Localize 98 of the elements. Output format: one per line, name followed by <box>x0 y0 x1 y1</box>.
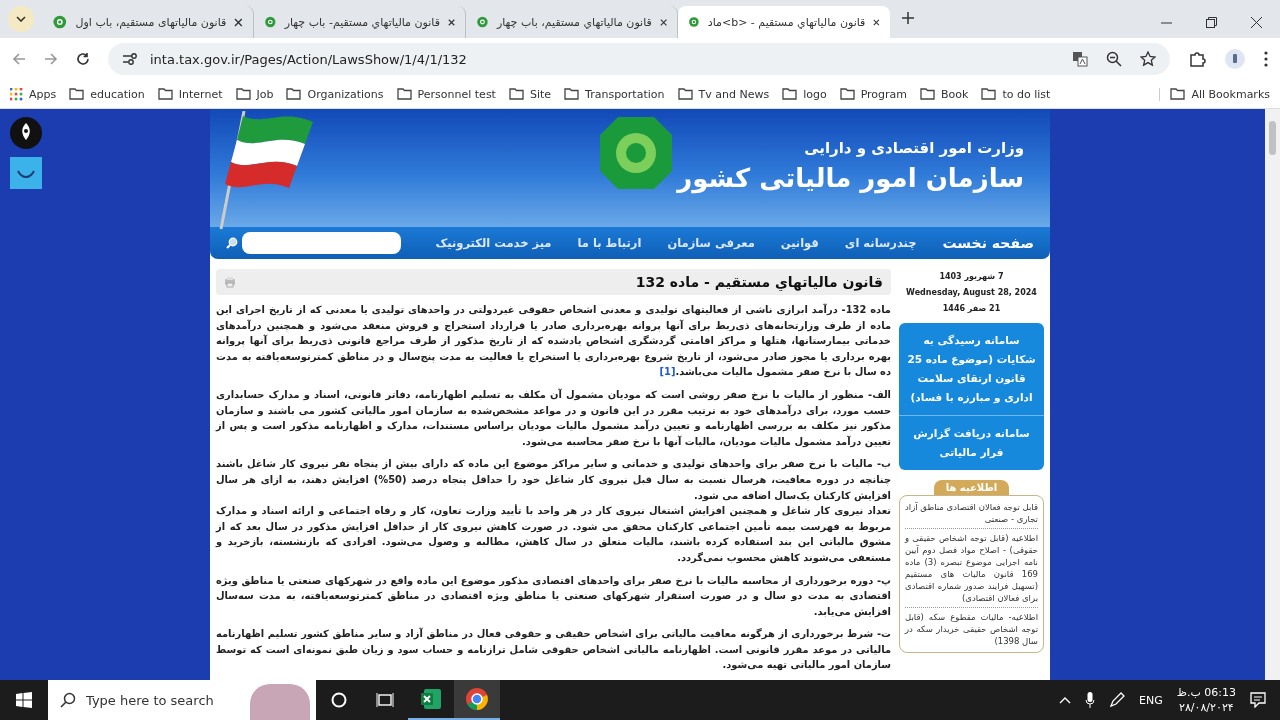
nav-link[interactable]: میز خدمت الکترونیک <box>435 236 552 250</box>
article-paragraph: الف- منظور از مالیات با نرخ صفر روشی است که مودیان مشمول آن مکلف به تسلیم اظهارنامه، دفاتر قانونی، اسناد و مدارک حسابداری حسب مورد، برای درآمدهای خود به ترتیب مقرر در این قانون و در مواعد مشخص‌شده به سازمان امور مالیاتی کشور می باشند و سازمان مذکور نیز مکلف به بررسی اظهارنامه و تعیین درآمد مشمول مالیات مودیان براساس مستندات، مدارک و اظهارنامه مذکور است و پس از تعیین درآمد مشمول مالیات مودیان، مالیات آنها با نرخ صفر محاسبه می‌شود. <box>216 387 891 450</box>
tab-title: قانون مالیاتهاي مستقيم- باب چهار <box>284 15 440 29</box>
close-icon[interactable] <box>447 17 455 27</box>
star-icon[interactable] <box>1140 51 1156 67</box>
zoom-icon[interactable] <box>1106 51 1122 67</box>
folder-icon <box>396 88 412 100</box>
folder-icon <box>782 88 798 100</box>
bookmark[interactable]: Internet <box>157 87 223 101</box>
article-paragraph: پ- دوره برخورداری از محاسبه مالیات با نرخ صفر برای واحدهای اقتصادی مذکور موضوع این ماده واقع در شهرکهای صنعتی یا مناطق ویژه اقتصادی به مدت دو سال و در صورت استقرار شهرکهای صنعتی یا مناطق ویژه اقتصادی در مناطق کمترتوسعه‌یافته، به مدت سه‌سال افزایش می‌یابد. <box>216 573 891 620</box>
apps-grid-icon <box>10 87 23 101</box>
folder-icon <box>157 88 173 100</box>
profile-icon[interactable] <box>1224 48 1246 70</box>
chevron-down-icon <box>16 16 26 22</box>
address-bar[interactable]: inta.tax.gov.ir/Pages/Action/LawsShow/1/4/1/132 <box>108 43 1170 75</box>
clock[interactable]: 06:13 ب.ظ ۲۸/۰۸/۲۰۲۴ <box>1176 685 1236 715</box>
url-text: inta.tax.gov.ir/Pages/Action/LawsShow/1/4/1/132 <box>150 51 468 67</box>
bookmark[interactable]: Job <box>235 87 274 101</box>
bookmark[interactable]: Transportation <box>564 87 665 101</box>
pen-icon[interactable] <box>1109 692 1126 708</box>
persian-date: 7 شهریور 1403 <box>938 271 1005 283</box>
restore-icon[interactable] <box>1206 17 1217 28</box>
tab-title: قانون مالیاتهای مستقیم، باب اول <box>75 15 227 29</box>
folder-icon <box>508 88 524 100</box>
folder-icon <box>920 88 936 100</box>
nav-link[interactable]: صفحه نخست <box>942 235 1034 251</box>
cortana-icon[interactable] <box>331 692 347 708</box>
taskbar-search-field[interactable]: Type here to search <box>48 680 316 720</box>
organization-name: سازمان امور مالیاتی کشور <box>677 163 1024 193</box>
nav-link[interactable]: معرفی سازمان <box>667 236 755 250</box>
service-link[interactable]: سامانه رسیدگی به شکایات (موضوع ماده 25 قانون ارتقای سلامت اداری و مبارزه با فساد) <box>899 323 1044 415</box>
language-indicator[interactable]: ENG <box>1139 693 1163 707</box>
folder-icon <box>286 88 302 100</box>
chevron-up-icon[interactable] <box>1059 696 1072 704</box>
extensions-icon[interactable] <box>1188 50 1206 68</box>
close-icon[interactable] <box>234 17 243 27</box>
folder-icon <box>564 88 580 100</box>
close-icon[interactable] <box>873 17 880 27</box>
ministry-name: وزارت امور اقتصادی و دارایی <box>803 139 1024 157</box>
bookmark[interactable]: education <box>69 87 145 101</box>
tab-list-button[interactable] <box>8 6 34 32</box>
notice-link[interactable]: اطلاعیه- مالیات مقطوع سکه (قابل توجه اشخاص حقیقی خریدار سکه در سال 1398) <box>905 607 1038 650</box>
notices-heading: اطلاعیه ها <box>933 480 1010 495</box>
search-field[interactable] <box>242 232 401 254</box>
spreadsheet-app-icon[interactable] <box>420 688 442 710</box>
notice-link[interactable]: اطلاعیه (قابل توجه اشخاص حقیقی و حقوقی) - اصلاح مواد فصل دوم آیین نامه اجرایی موضوع تبصره (3) ماده 169 قانون مالیات های مستقیم (تسهیل فرایند صدور شماره اقتصادی برای فعالان اقتصادی) <box>905 528 1038 607</box>
notifications-icon[interactable] <box>1250 692 1266 708</box>
tab-title: قانون مالیاتهاي مستقيم، باب چهار <box>496 15 652 29</box>
windows-start-icon[interactable] <box>16 692 32 708</box>
browser-app-icon[interactable] <box>465 687 489 711</box>
article-paragraph: ت- شرط برخورداری از هرگونه معافیت مالیاتی برای اشخاص حقیقی و حقوقی فعال در مناطق آزاد و سایر مناطق کشور تسلیم اظهارنامه مالیاتی در موعد مقرر قانونی است. اظهارنامه مالیاتی اشخاص حقوقی شامل ترازنامه و حساب سود و زیان طبق نمونه‌ای است که توسط سازمان امور مالیاتی تهیه می‌شود. <box>216 626 891 673</box>
clock-date: ۲۸/۰۸/۲۰۲۴ <box>1178 700 1235 715</box>
browser-tab[interactable]: قانون مالیاتهاي مستقيم - <b>ماد <box>678 6 890 38</box>
all-bookmarks[interactable]: All Bookmarks <box>1159 87 1270 101</box>
article-paragraph: تعداد نیروی کار شاغل و همچنین افزایش اشتغال نیروی کار در هر واحد با تأیید وزارت تعاون، کار و رفاه اجتماعی و ارائه اسناد و مدارک مربوط به فهرست بیمه تأمین اجتماعی کارکنان محقق می شود. در صورت کاهش نیروی کار از حداقل افزایش مذکور در سال بعد که از مشوق مالیاتی این بند استفاده کرده باشند، مالیات متعلق در سال کاهش، مطالبه و وصول می‌شود. افرادی که بازنشسته، بازخرید و مستعفی می‌شوند کاهش محسوب نمی‌گردد. <box>216 503 891 566</box>
back-icon[interactable] <box>12 52 26 66</box>
smile-icon[interactable] <box>10 157 42 189</box>
bookmark[interactable]: Apps <box>10 87 57 101</box>
folder-icon <box>677 88 693 100</box>
bookmark[interactable]: logo <box>782 87 827 101</box>
footnote-link[interactable]: [1] <box>659 366 676 378</box>
bookmark[interactable]: Book <box>920 87 969 101</box>
search-icon[interactable] <box>226 237 238 249</box>
tab-title: قانون مالیاتهاي مستقيم - <b>ماد <box>707 15 866 29</box>
nav-link[interactable]: قوانین <box>780 236 819 250</box>
search-icon <box>60 692 76 708</box>
folder-icon <box>839 88 855 100</box>
microphone-icon[interactable] <box>1085 692 1096 708</box>
bookmark[interactable]: Tv and News <box>677 87 770 101</box>
article-paragraph: ب- مالیات با نرخ صفر برای واحدهای تولیدی و خدماتی و سایر مراکز موضوع این ماده که دارای بیش از پنجاه نفر نیروی کار شاغل باشند چنانچه در دوره معافیت، هرسال نسبت به سال قبل نیروی کار شاغل خود را حداقل پنجاه درصد (50%) افزایش دهند، به ازای هر سال افزایش کارکنان یک‌سال اضافه می شود. <box>216 457 891 504</box>
folder-icon <box>69 88 85 100</box>
article-title: قانون مالیاتهاي مستقيم - ماده 132 <box>635 274 883 290</box>
close-icon[interactable] <box>659 17 667 27</box>
clock-time: 06:13 ب.ظ <box>1176 685 1236 700</box>
service-link[interactable]: سامانه دریافت گزارش فرار مالیاتی <box>899 415 1044 470</box>
translate-icon[interactable] <box>1072 51 1088 67</box>
nav-link[interactable]: ارتباط با ما <box>577 236 642 250</box>
notice-link[interactable]: قابل توجه فعالان اقتصادی مناطق آزاد تجاری - صنعتی <box>905 498 1038 528</box>
bookmark[interactable]: Organizations <box>286 87 384 101</box>
task-view-icon[interactable] <box>376 692 394 708</box>
folder-icon <box>981 88 997 100</box>
forward-icon[interactable] <box>44 52 58 66</box>
bookmark[interactable]: Program <box>839 87 908 101</box>
bookmark[interactable]: Site <box>508 87 552 101</box>
site-info-icon[interactable] <box>122 52 138 66</box>
close-icon[interactable] <box>1251 17 1262 28</box>
folder-icon <box>1170 88 1186 100</box>
scrollbar[interactable] <box>1265 109 1280 680</box>
search-highlight-picture <box>250 684 310 720</box>
gregorian-date: Wednesday, August 28, 2024 <box>905 287 1038 299</box>
hijri-date: 21 صفر 1446 <box>941 303 1002 315</box>
menu-icon[interactable] <box>1264 51 1268 67</box>
bookmark[interactable]: to do list <box>981 87 1051 101</box>
bookmark[interactable]: Personnel test <box>396 87 496 101</box>
nav-link[interactable]: چندرسانه ای <box>844 236 917 250</box>
new-tab-icon[interactable] <box>902 12 914 24</box>
folder-icon <box>235 88 251 100</box>
reload-icon[interactable] <box>76 52 90 66</box>
